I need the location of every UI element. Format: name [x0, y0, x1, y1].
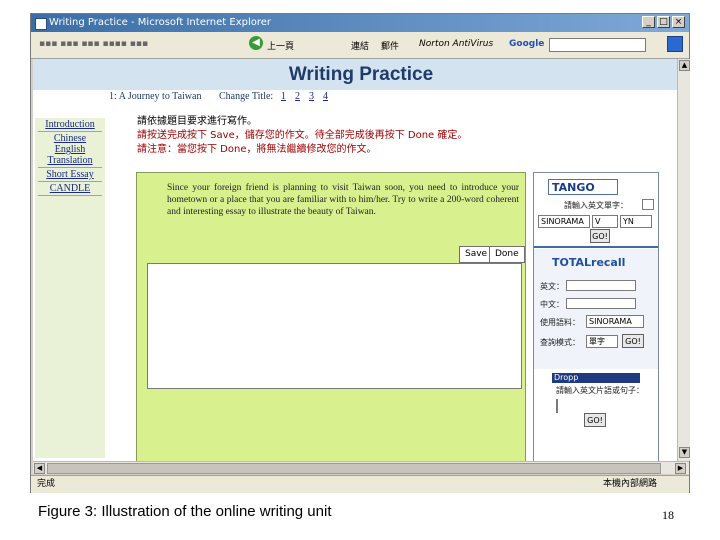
tango-word-input[interactable]	[642, 199, 654, 210]
totalrecall-section: TOTALrecall 英文： 中文： 使用語料： SINORAMA 查詢模式：…	[534, 249, 658, 369]
tools-panel: TANGO 請輸入英文單字： SINORAMA V YN GO! TOTALre…	[533, 172, 659, 461]
page-number: 18	[662, 508, 674, 522]
tango-option-2[interactable]: YN	[620, 215, 652, 228]
google-logo: Google	[509, 39, 545, 49]
scroll-down-icon[interactable]: ▼	[679, 447, 690, 458]
horizontal-scrollbar[interactable]: ◀ ▶	[33, 461, 689, 474]
nav-candle[interactable]: CANDLE	[38, 182, 102, 196]
status-bar: 完成 本機內部網路	[31, 475, 689, 493]
back-button[interactable]: 上一頁	[267, 39, 294, 52]
tango-label: 請輸入英文單字：	[564, 201, 628, 210]
page-title: Writing Practice	[288, 64, 434, 85]
essay-prompt: Since your foreign friend is planning to…	[167, 183, 519, 217]
title-link-1[interactable]: 1	[281, 90, 286, 104]
menu-placeholder: ▪▪▪ ▪▪▪ ▪▪▪ ▪▪▪▪ ▪▪▪	[39, 39, 149, 49]
writing-task-panel: Since your foreign friend is planning to…	[136, 172, 526, 461]
back-arrow-icon[interactable]: ◀	[249, 36, 263, 50]
search-mode-label: 查詢模式：	[540, 338, 580, 347]
instructions: 請依據題目要求進行寫作。 請按送完成按下 Save，儲存您的作文。待全部完成後再…	[137, 115, 577, 157]
english-input[interactable]	[566, 280, 636, 291]
phrase-label: 請輸入英文片語或句子：	[556, 386, 644, 395]
scroll-up-icon[interactable]: ▲	[679, 60, 690, 71]
tango-go-button[interactable]: GO!	[590, 229, 610, 243]
chinese-label: 中文：	[540, 300, 564, 309]
chinese-input[interactable]	[566, 298, 636, 309]
maximize-icon[interactable]: □	[657, 16, 670, 28]
tango-logo: TANGO	[548, 179, 618, 195]
mail-button[interactable]: 郵件	[381, 39, 399, 52]
nav-short-essay[interactable]: Short Essay	[38, 168, 102, 182]
search-mode-select[interactable]: 單字	[586, 335, 618, 348]
corpus-label: 使用語料：	[540, 318, 580, 327]
nav-translation[interactable]: Chinese English Translation	[38, 132, 102, 168]
toolbar: ▪▪▪ ▪▪▪ ▪▪▪ ▪▪▪▪ ▪▪▪ ◀ 上一頁 連結 郵件 Norton …	[31, 32, 689, 59]
corpus-select[interactable]: SINORAMA	[586, 315, 644, 328]
title-link-4[interactable]: 4	[323, 90, 328, 104]
close-icon[interactable]: ×	[672, 16, 685, 28]
tango-source-select[interactable]: SINORAMA	[538, 215, 590, 228]
status-zone: 本機內部網路	[603, 479, 658, 489]
scroll-right-icon[interactable]: ▶	[675, 463, 686, 474]
links-button[interactable]: 連結	[351, 39, 369, 52]
drops-logo: Dropp	[552, 373, 640, 383]
title-bar: Writing Practice - Microsoft Internet Ex…	[31, 14, 689, 32]
status-text: 完成	[37, 479, 56, 489]
windows-logo-icon	[667, 36, 683, 52]
instruction-line-3: 請注意：當您按下 Done，將無法繼續修改您的作文。	[137, 144, 377, 155]
vertical-scrollbar[interactable]: ▲ ▼	[677, 59, 690, 461]
phrase-input[interactable]	[556, 399, 558, 413]
title-link-2[interactable]: 2	[295, 90, 300, 104]
totalrecall-logo: TOTALrecall	[552, 256, 626, 269]
instruction-line-2: 請按送完成按下 Save，儲存您的作文。待全部完成後再按下 Done 確定。	[137, 130, 468, 141]
totalrecall-go-button[interactable]: GO!	[622, 334, 644, 348]
figure-caption: Figure 3: Illustration of the online wri…	[38, 503, 332, 520]
english-label: 英文：	[540, 282, 564, 291]
instruction-line-1: 請依據題目要求進行寫作。	[137, 116, 257, 127]
ie-icon	[35, 18, 47, 30]
title-selector-bar: 1: A Journey to Taiwan Change Title: 1 2…	[33, 90, 677, 104]
save-button[interactable]: Save	[459, 246, 494, 263]
divider	[534, 246, 658, 248]
nav-introduction[interactable]: Introduction	[38, 118, 102, 132]
done-button[interactable]: Done	[489, 246, 525, 263]
google-search-input[interactable]	[549, 38, 646, 52]
window-title: Writing Practice - Microsoft Internet Ex…	[49, 17, 272, 28]
essay-textarea[interactable]	[147, 263, 522, 389]
scroll-thumb[interactable]	[47, 463, 661, 474]
browser-window: Writing Practice - Microsoft Internet Ex…	[30, 13, 690, 493]
norton-button[interactable]: Norton AntiVirus	[419, 39, 493, 49]
topic-title: 1: A Journey to Taiwan	[109, 91, 202, 102]
minimize-icon[interactable]: _	[642, 16, 655, 28]
change-title-label: Change Title:	[219, 91, 274, 102]
scroll-left-icon[interactable]: ◀	[34, 463, 45, 474]
title-link-3[interactable]: 3	[309, 90, 314, 104]
page-header: Writing Practice	[33, 59, 677, 90]
tango-option-1[interactable]: V	[592, 215, 618, 228]
page-content: Writing Practice 1: A Journey to Taiwan …	[33, 59, 677, 461]
phrase-go-button[interactable]: GO!	[584, 413, 606, 427]
sidebar: Introduction Chinese English Translation…	[35, 118, 105, 458]
